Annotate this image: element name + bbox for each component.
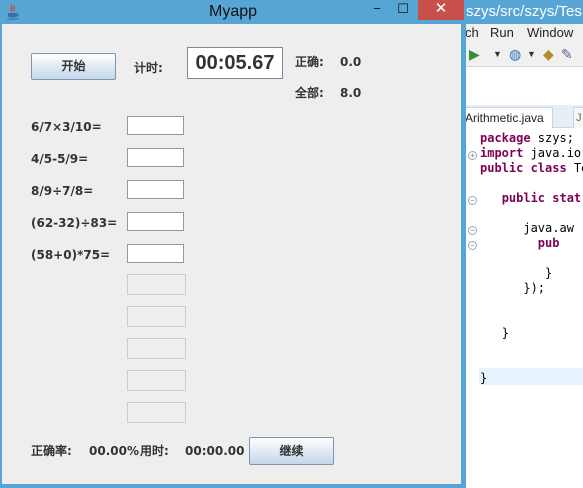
timer-display: 00:05.67	[187, 47, 283, 79]
answer-field-3[interactable]	[127, 180, 184, 199]
code-line: });	[480, 281, 545, 296]
time-used-value: 00:00.00	[185, 444, 245, 458]
menu-window[interactable]: Window	[527, 24, 573, 42]
code-line: import java.io.	[480, 146, 583, 161]
code-line: java.aw	[480, 221, 574, 236]
menu-search[interactable]: ch	[465, 24, 479, 42]
title-bar[interactable]: Myapp − ☐ ✕	[0, 0, 466, 24]
answer-field-8	[127, 338, 186, 359]
answer-field-7	[127, 306, 186, 327]
editor-tabbar: Arithmetic.java J	[465, 105, 583, 128]
total-label: 全部:	[295, 86, 324, 100]
code-text: java.io.	[523, 146, 583, 160]
code-text: java.aw	[523, 221, 574, 235]
code-text: Te	[573, 161, 583, 175]
maximize-button[interactable]: ☐	[390, 0, 416, 20]
eclipse-title: szys/src/szys/Tes	[465, 0, 583, 24]
editor-tab-java-icon[interactable]: J	[573, 107, 583, 128]
close-button[interactable]: ✕	[418, 0, 464, 20]
fold-collapse-icon[interactable]: −	[468, 196, 477, 205]
accuracy-value: 00.00%	[89, 444, 139, 458]
eclipse-toolbar: ▶ ▼ ◍ ▼ ◆ ✎	[465, 42, 583, 67]
answer-field-10	[127, 402, 186, 423]
code-line: }	[480, 326, 509, 341]
question-5: (58+0)*75=	[31, 248, 111, 262]
menu-run[interactable]: Run	[490, 24, 514, 42]
minimize-button[interactable]: −	[364, 0, 390, 20]
question-4: (62-32)÷83=	[31, 216, 118, 230]
code-keyword: import	[480, 146, 524, 160]
question-2: 4/5-5/9=	[31, 152, 89, 166]
time-used-label: 用时:	[140, 444, 169, 458]
continue-button[interactable]: 继续	[249, 437, 334, 465]
code-text: });	[523, 281, 546, 295]
answer-field-1[interactable]	[127, 116, 184, 135]
correct-label: 正确:	[295, 55, 324, 69]
myapp-window: Myapp − ☐ ✕ 开始 计时: 00:05.67 正确: 0.0 全部: …	[0, 0, 466, 488]
code-text: }	[545, 266, 553, 280]
open-type-icon[interactable]: ◆	[543, 46, 554, 62]
code-line: pub	[480, 236, 560, 251]
accuracy-label: 正确率:	[31, 444, 72, 458]
run-icon[interactable]: ▶	[469, 46, 480, 62]
eclipse-gap	[465, 67, 583, 105]
eclipse-window: szys/src/szys/Tes ch Run Window ▶ ▼ ◍ ▼ …	[465, 0, 583, 488]
start-button[interactable]: 开始	[31, 53, 116, 80]
editor-tab-arithmetic[interactable]: Arithmetic.java	[465, 107, 553, 128]
content-pane: 开始 计时: 00:05.67 正确: 0.0 全部: 8.0 6/7×3/10…	[2, 24, 461, 484]
code-text: }	[501, 326, 509, 340]
code-line: }	[480, 266, 552, 281]
dropdown-icon[interactable]: ▼	[493, 46, 502, 62]
answer-field-2[interactable]	[127, 148, 184, 167]
code-editor[interactable]: + − − − package szys; import java.io. publ…	[465, 128, 583, 488]
code-keyword: public class	[480, 161, 567, 175]
timer-label: 计时:	[134, 61, 163, 75]
code-line: public class Te	[480, 161, 583, 176]
answer-field-4[interactable]	[127, 212, 184, 231]
code-keyword: public stat	[501, 191, 582, 205]
editor-ruler: + − − −	[465, 128, 479, 488]
answer-field-9	[127, 370, 186, 391]
code-keyword: package	[480, 131, 531, 145]
code-text: szys;	[530, 131, 574, 145]
fold-collapse-icon[interactable]: −	[468, 226, 477, 235]
current-line-highlight	[479, 368, 583, 385]
correct-value: 0.0	[340, 55, 362, 69]
fold-expand-icon[interactable]: +	[468, 151, 477, 160]
answer-field-6	[127, 274, 186, 295]
fold-collapse-icon[interactable]: −	[468, 241, 477, 250]
globe-icon[interactable]: ◍	[509, 46, 521, 62]
dropdown-icon[interactable]: ▼	[527, 46, 536, 62]
code-line: public stat	[480, 191, 581, 206]
question-1: 6/7×3/10=	[31, 120, 102, 134]
code-line: package szys;	[480, 131, 574, 146]
search-icon[interactable]: ✎	[561, 46, 573, 62]
total-value: 8.0	[340, 86, 362, 100]
code-line: }	[480, 371, 487, 386]
eclipse-menubar: ch Run Window	[465, 24, 583, 42]
code-keyword: pub	[537, 236, 560, 250]
question-3: 8/9÷7/8=	[31, 184, 94, 198]
code-text: }	[480, 371, 488, 385]
answer-field-5[interactable]	[127, 244, 184, 263]
